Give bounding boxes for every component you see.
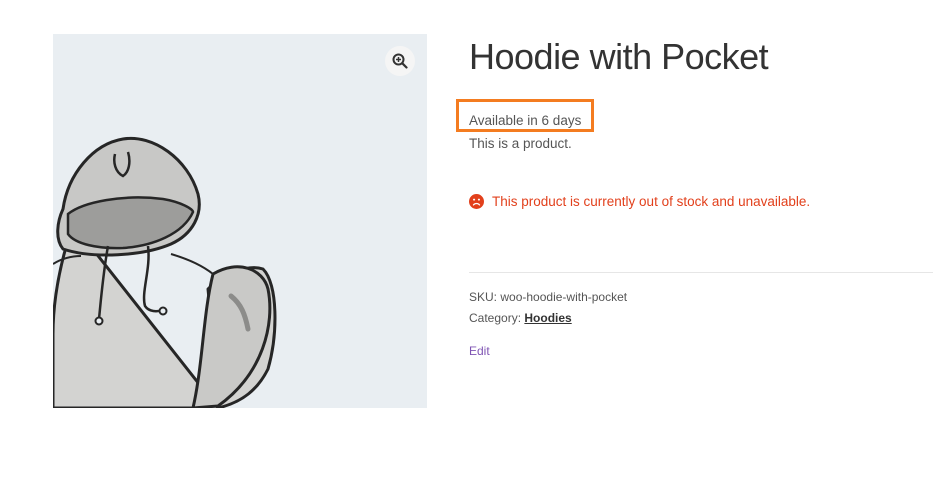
zoom-button[interactable] [385,46,415,76]
edit-link[interactable]: Edit [469,344,490,358]
product-title: Hoodie with Pocket [469,36,769,77]
short-description: This is a product. [469,136,572,151]
hoodie-illustration [53,136,277,408]
stock-notice: This product is currently out of stock a… [469,194,810,209]
sad-face-icon [469,194,484,209]
divider [469,272,933,273]
category-link-hoodies[interactable]: Hoodies [524,311,571,325]
sku-label: SKU: [469,290,498,304]
sku-line: SKU: woo-hoodie-with-pocket [469,290,627,304]
product-image[interactable] [53,34,427,408]
stock-notice-text: This product is currently out of stock a… [492,194,811,209]
category-label: Category: [469,311,522,325]
magnifier-zoom-icon [392,53,408,69]
category-line: Category: Hoodies [469,311,572,325]
sku-value: woo-hoodie-with-pocket [500,290,628,304]
availability-text: Available in 6 days [469,113,582,128]
